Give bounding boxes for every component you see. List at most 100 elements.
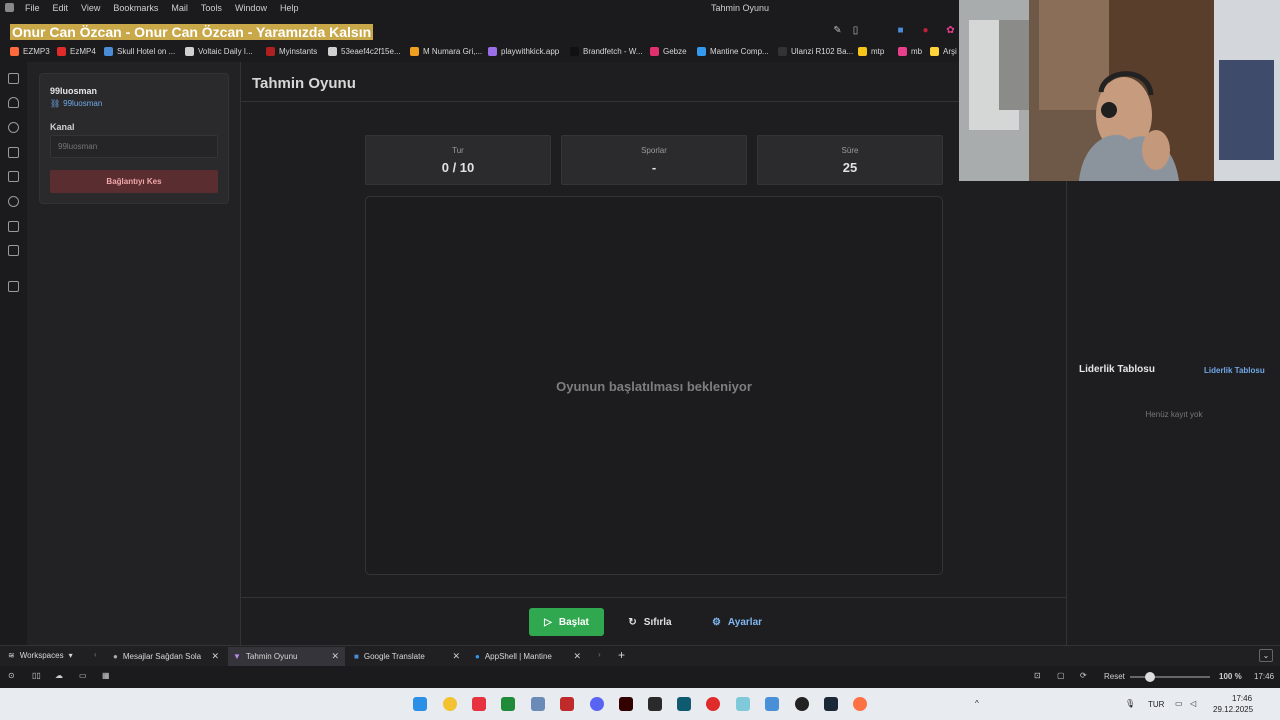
chevron-down-icon: ▾ bbox=[68, 651, 73, 660]
app-blue-icon[interactable] bbox=[765, 697, 779, 711]
tasks-icon[interactable] bbox=[8, 221, 19, 232]
url-field[interactable]: Onur Can Özcan - Onur Can Özcan - Yaramı… bbox=[10, 24, 374, 40]
taskbar-date[interactable]: 29.12.2025 bbox=[1213, 705, 1253, 714]
sidebar-rail bbox=[0, 62, 27, 645]
discord-icon[interactable] bbox=[590, 697, 604, 711]
bookmark-item[interactable]: Ulanzi R102 Ba... bbox=[778, 47, 853, 56]
panel-toggle-icon[interactable]: ⊙ bbox=[8, 671, 15, 680]
start-button[interactable]: ▷ Başlat bbox=[529, 608, 604, 636]
tab-google-translate[interactable]: ■ Google Translate ✕ bbox=[349, 647, 466, 666]
app-icon[interactable] bbox=[531, 697, 545, 711]
obs-icon[interactable] bbox=[795, 697, 809, 711]
tabs-scroll-right-icon[interactable]: › bbox=[598, 650, 601, 659]
vivaldi-icon[interactable] bbox=[472, 697, 486, 711]
tray-expand-icon[interactable]: ^ bbox=[975, 699, 979, 708]
new-tab-icon[interactable]: + bbox=[618, 648, 625, 662]
settings-button[interactable]: ⚙ Ayarlar bbox=[704, 608, 770, 636]
reset-button-label: Sıfırla bbox=[643, 616, 672, 628]
app-teal-icon[interactable] bbox=[677, 697, 691, 711]
tab-tahmin-oyunu[interactable]: ▼ Tahmin Oyunu ✕ bbox=[228, 647, 345, 666]
filezilla-icon[interactable] bbox=[560, 697, 574, 711]
network-icon[interactable]: ▭ bbox=[1175, 699, 1183, 708]
bookmark-item[interactable]: mtp bbox=[858, 47, 884, 56]
close-icon[interactable]: ✕ bbox=[331, 651, 339, 662]
extension-pink-icon[interactable]: ✿ bbox=[945, 25, 956, 36]
start-menu-icon[interactable] bbox=[413, 697, 427, 711]
reader-icon[interactable]: ▢ bbox=[1057, 671, 1065, 680]
volume-icon[interactable]: ◁ bbox=[1190, 699, 1196, 708]
tab-title: Tahmin Oyunu bbox=[245, 652, 298, 661]
youtube-music-icon[interactable] bbox=[706, 697, 720, 711]
davinci-icon[interactable] bbox=[648, 697, 662, 711]
bookmark-item[interactable]: EzMP4 bbox=[57, 47, 96, 56]
capture-icon[interactable]: ⊡ bbox=[1034, 671, 1041, 680]
user-link[interactable]: ⛓ 99luosman bbox=[50, 99, 102, 108]
bookmark-item[interactable]: playwithkick.app bbox=[488, 47, 559, 56]
extension-red-icon[interactable]: ● bbox=[920, 25, 931, 36]
disconnect-button[interactable]: Bağlantıyı Kes bbox=[50, 170, 218, 193]
connection-card: 99luosman ⛓ 99luosman Kanal Bağlantıyı K… bbox=[39, 73, 229, 204]
tiling-icon[interactable]: ▯▯ bbox=[32, 671, 41, 680]
bookmark-item[interactable]: Voltaic Daily I... bbox=[185, 47, 253, 56]
taskbar: ^ 🎙 TUR ▭ ◁ 17:46 29.12.2025 bbox=[0, 688, 1280, 720]
bookmark-item[interactable]: mb bbox=[898, 47, 922, 56]
bookmark-item[interactable]: M Numara Gri,... bbox=[410, 47, 482, 56]
close-icon[interactable]: ✕ bbox=[573, 651, 581, 662]
bookmark-item[interactable]: EZMP3 bbox=[10, 47, 50, 56]
bookmark-item[interactable]: Skull Hotel on ... bbox=[104, 47, 175, 56]
bookmark-item[interactable]: 53eaef4c2f15e... bbox=[328, 47, 401, 56]
zoom-slider[interactable] bbox=[1130, 672, 1210, 682]
tab-appshell[interactable]: ● AppShell | Mantine ✕ bbox=[470, 647, 587, 666]
bookmarks-panel-icon[interactable] bbox=[8, 73, 19, 84]
app-light-icon[interactable] bbox=[736, 697, 750, 711]
channel-input[interactable] bbox=[50, 135, 218, 158]
page-actions-icon[interactable]: ⟳ bbox=[1080, 671, 1087, 680]
stat-round-value: 0 / 10 bbox=[441, 160, 475, 175]
tab-menu-icon[interactable]: ⌄ bbox=[1259, 649, 1273, 662]
mail-icon[interactable] bbox=[8, 245, 19, 256]
tab-mesajlar[interactable]: ● Mesajlar Sağdan Sola ✕ bbox=[108, 647, 225, 666]
notes-icon[interactable] bbox=[8, 147, 19, 158]
extension-translate-icon[interactable]: ■ bbox=[895, 25, 906, 36]
start-button-label: Başlat bbox=[558, 616, 589, 628]
terminal-icon[interactable] bbox=[501, 697, 515, 711]
bookmark-label: Arşi bbox=[943, 47, 957, 56]
taskbar-time[interactable]: 17:46 bbox=[1232, 694, 1252, 703]
bookmark-item[interactable]: Gebze bbox=[650, 47, 687, 56]
workspaces-button[interactable]: ≋ Workspaces ▾ bbox=[8, 651, 73, 660]
illustrator-icon[interactable] bbox=[619, 697, 633, 711]
tab-stack-icon[interactable]: ▭ bbox=[79, 671, 87, 680]
reset-button[interactable]: ↻ Sıfırla bbox=[620, 608, 680, 636]
translate-panel-icon[interactable] bbox=[8, 171, 19, 182]
workspaces-label: Workspaces bbox=[19, 651, 64, 660]
tabs-scroll-left-icon[interactable]: ‹ bbox=[94, 650, 97, 659]
tab-favicon-icon: ▼ bbox=[233, 652, 241, 661]
reading-list-icon[interactable] bbox=[8, 196, 19, 207]
add-panel-icon[interactable] bbox=[8, 281, 19, 292]
cloud-sync-icon[interactable]: ☁ bbox=[55, 671, 63, 680]
close-icon[interactable]: ✕ bbox=[211, 651, 219, 662]
bookmark-item[interactable]: Mantine Comp... bbox=[697, 47, 769, 56]
microphone-icon[interactable]: 🎙 bbox=[1125, 699, 1135, 708]
bookmark-item[interactable]: Arşi bbox=[930, 47, 957, 56]
downloads-icon[interactable] bbox=[8, 97, 19, 108]
stat-time-value: 25 bbox=[842, 160, 858, 175]
history-icon[interactable] bbox=[8, 122, 19, 133]
tab-favicon-icon: ■ bbox=[354, 652, 359, 661]
calendar-icon[interactable]: ▦ bbox=[102, 671, 110, 680]
chrome-icon[interactable] bbox=[443, 697, 457, 711]
tab-bar: ≋ Workspaces ▾ ‹ ● Mesajlar Sağdan Sola … bbox=[0, 645, 1280, 666]
zoom-reset-button[interactable]: Reset bbox=[1104, 672, 1125, 681]
bookmark-icon[interactable]: ▯ bbox=[850, 25, 861, 36]
bookmark-item[interactable]: Brandfetch - W... bbox=[570, 47, 643, 56]
stat-sports-value: - bbox=[651, 160, 657, 175]
bookmark-label: mtp bbox=[871, 47, 885, 56]
language-indicator[interactable]: TUR bbox=[1148, 700, 1164, 709]
close-icon[interactable]: ✕ bbox=[452, 651, 460, 662]
app-orange-icon[interactable] bbox=[853, 697, 867, 711]
translate-icon[interactable]: ✎ bbox=[832, 25, 843, 36]
steam-icon[interactable] bbox=[824, 697, 838, 711]
bookmark-item[interactable]: Myinstants bbox=[266, 47, 317, 56]
leaderboard-link[interactable]: Liderlik Tablosu bbox=[1204, 366, 1265, 375]
zoom-slider-thumb[interactable] bbox=[1145, 672, 1155, 682]
